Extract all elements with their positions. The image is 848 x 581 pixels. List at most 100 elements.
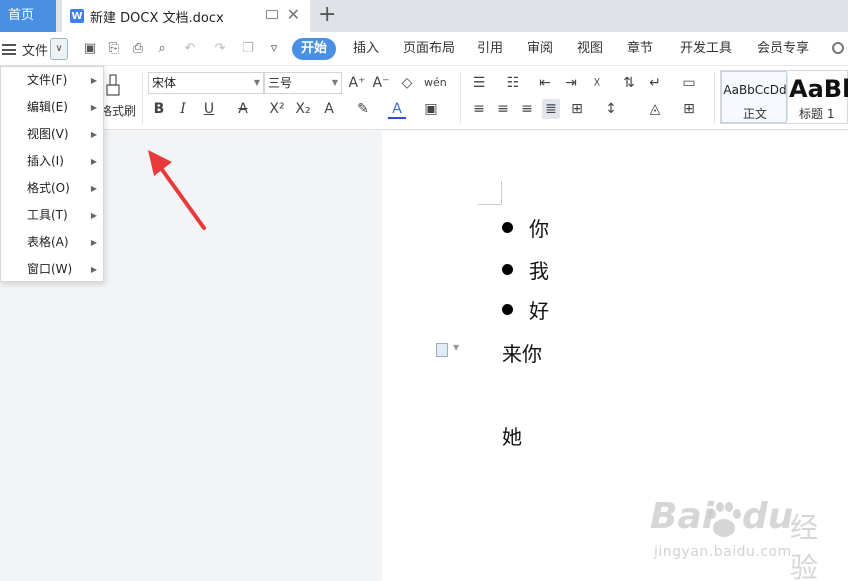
list-item[interactable]: 好	[502, 295, 549, 324]
file-menu-label: 文件	[22, 43, 49, 59]
divider	[460, 72, 461, 124]
divider	[142, 72, 143, 124]
chevron-down-icon[interactable]: ∨	[50, 38, 68, 60]
tab-page-layout[interactable]: 页面布局	[403, 32, 455, 66]
list-item-text: 你	[529, 217, 549, 241]
paragraph-handle-icon[interactable]	[436, 343, 448, 357]
chevron-right-icon: ▶	[90, 211, 97, 220]
print-preview-icon[interactable]: ⌕	[154, 41, 170, 57]
monitor-icon[interactable]	[266, 10, 278, 19]
paragraph[interactable]: 来你	[502, 338, 542, 367]
font-color-icon[interactable]: A	[388, 99, 406, 119]
print-icon[interactable]: ⎙	[130, 41, 146, 57]
italic-icon[interactable]: I	[174, 99, 192, 119]
tab-document[interactable]: W 新建 DOCX 文档.docx ✕	[62, 0, 310, 32]
distributed-icon[interactable]: ⊞	[568, 99, 586, 119]
font-name-value: 宋体	[152, 76, 177, 90]
highlight-icon[interactable]: ✎	[354, 99, 372, 119]
line-spacing-icon[interactable]: ↕	[602, 99, 620, 119]
bullet-icon	[502, 264, 513, 275]
show-marks-icon[interactable]: ↵	[646, 73, 664, 93]
style-normal-sample: AaBbCcDd	[723, 83, 787, 97]
text-effect-icon[interactable]: A	[320, 99, 338, 119]
chevron-down-icon[interactable]: ▼	[453, 343, 459, 352]
menu-item-edit[interactable]: 编辑(E) ▶	[1, 94, 105, 121]
superscript-icon[interactable]: X²	[268, 99, 286, 119]
search-icon[interactable]	[832, 42, 844, 54]
increase-indent-icon[interactable]: ⇥	[562, 73, 580, 93]
export-icon[interactable]: ⎘	[106, 41, 122, 57]
margin-corner-mark	[478, 181, 502, 205]
menu-item-tools[interactable]: 工具(T) ▶	[1, 202, 105, 229]
underline-icon[interactable]: U	[200, 99, 218, 119]
paragraph[interactable]: 她	[502, 421, 522, 450]
tab-start[interactable]: 开始	[292, 38, 336, 60]
align-left-icon[interactable]: ≡	[470, 99, 488, 119]
ribbon: 格式刷 宋体 ▼ 三号 ▼ A⁺ A⁻ ◇ wén B I U A X² X₂ …	[0, 66, 848, 130]
customize-icon[interactable]: ▿	[266, 41, 282, 57]
format-painter-icon[interactable]	[104, 74, 122, 96]
clear-format-icon[interactable]: ◇	[398, 73, 416, 93]
subscript-icon[interactable]: X₂	[294, 99, 312, 119]
char-border-icon[interactable]: ▣	[422, 99, 440, 119]
bold-icon[interactable]: B	[150, 99, 168, 119]
shading-icon[interactable]: ◬	[646, 99, 664, 119]
font-name-select[interactable]: 宋体 ▼	[148, 72, 264, 94]
tab-references[interactable]: 引用	[477, 32, 503, 66]
menu-item-insert[interactable]: 插入(I) ▶	[1, 148, 105, 175]
chevron-down-icon: ▼	[331, 78, 338, 87]
menu-item-table[interactable]: 表格(A) ▶	[1, 229, 105, 256]
align-right-icon[interactable]: ≡	[518, 99, 536, 119]
copy-icon[interactable]: ❐	[240, 41, 256, 57]
redo-icon[interactable]: ↷	[212, 41, 228, 57]
font-size-value: 三号	[268, 76, 293, 90]
menu-item-label: 文件(F)	[27, 73, 68, 87]
decrease-indent-icon[interactable]: ⇤	[536, 73, 554, 93]
watermark-url: jingyan.baidu.com	[654, 544, 792, 560]
bullet-icon	[502, 222, 513, 233]
menu-item-label: 窗口(W)	[27, 262, 73, 276]
pinyin-icon[interactable]: wén	[424, 73, 447, 93]
tab-chapter[interactable]: 章节	[627, 32, 653, 66]
watermark-brand-2: du	[742, 496, 794, 537]
tab-home[interactable]: 首页	[0, 0, 56, 32]
menu-item-format[interactable]: 格式(O) ▶	[1, 175, 105, 202]
tab-member[interactable]: 会员专享	[757, 32, 809, 66]
chevron-right-icon: ▶	[90, 157, 97, 166]
style-heading1-sample[interactable]: AaBb	[789, 75, 848, 103]
close-icon[interactable]: ✕	[287, 6, 300, 24]
format-painter-label[interactable]: 格式刷	[100, 102, 136, 119]
chevron-right-icon: ▶	[90, 265, 97, 274]
chinese-layout-icon[interactable]: ☓	[588, 73, 606, 93]
menu-item-window[interactable]: 窗口(W) ▶	[1, 256, 105, 283]
bullet-list-icon[interactable]: ☰	[470, 73, 488, 93]
menu-item-file[interactable]: 文件(F) ▶	[1, 67, 105, 94]
sort-icon[interactable]: ⇅	[620, 73, 638, 93]
bullet-icon	[502, 304, 513, 315]
decrease-font-icon[interactable]: A⁻	[372, 73, 390, 93]
strikethrough-icon[interactable]: A	[234, 99, 252, 119]
tab-developer[interactable]: 开发工具	[680, 32, 732, 66]
divider	[787, 75, 788, 121]
list-item-text: 我	[529, 259, 549, 283]
divider	[714, 72, 715, 124]
tab-review[interactable]: 审阅	[527, 32, 553, 66]
save-icon[interactable]: ▣	[82, 41, 98, 57]
list-item[interactable]: 你	[502, 213, 549, 242]
new-tab-button[interactable]: +	[318, 2, 336, 28]
increase-font-icon[interactable]: A⁺	[348, 73, 366, 93]
menu-item-label: 工具(T)	[27, 208, 68, 222]
font-size-select[interactable]: 三号 ▼	[264, 72, 342, 94]
ruler-icon[interactable]: ▭	[680, 73, 698, 93]
file-menu-button[interactable]: 文件	[0, 32, 48, 66]
tab-insert[interactable]: 插入	[353, 32, 379, 66]
undo-icon[interactable]: ↶	[182, 41, 198, 57]
borders-icon[interactable]: ⊞	[680, 99, 698, 119]
tab-view[interactable]: 视图	[577, 32, 603, 66]
menu-item-view[interactable]: 视图(V) ▶	[1, 121, 105, 148]
justify-icon[interactable]: ≣	[542, 99, 560, 119]
list-item[interactable]: 我	[502, 255, 549, 284]
numbered-list-icon[interactable]: ☷	[504, 73, 522, 93]
tab-bar: 首页 W 新建 DOCX 文档.docx ✕ +	[0, 0, 848, 32]
align-center-icon[interactable]: ≡	[494, 99, 512, 119]
